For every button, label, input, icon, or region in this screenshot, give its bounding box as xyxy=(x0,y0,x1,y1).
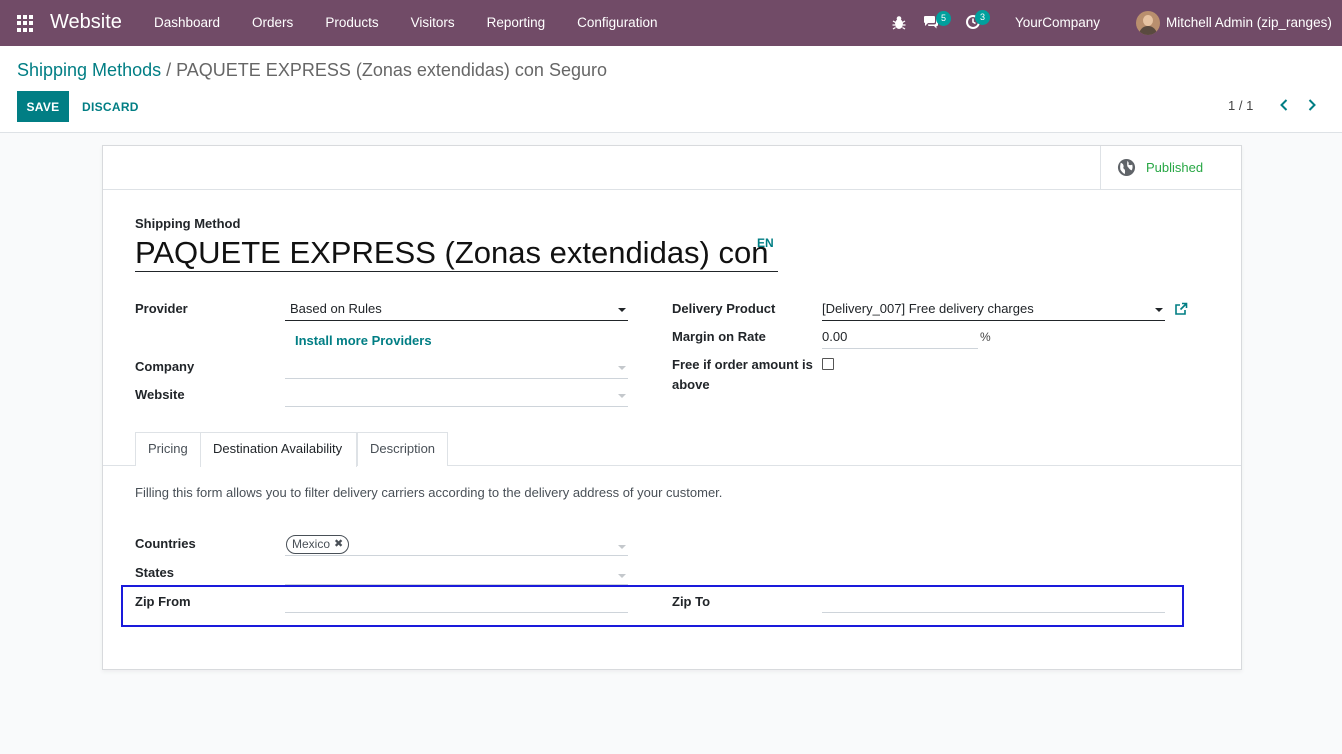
menu-configuration[interactable]: Configuration xyxy=(561,0,673,46)
company-switcher[interactable]: YourCompany xyxy=(1015,15,1100,30)
provider-label: Provider xyxy=(135,301,188,316)
caret-down-icon xyxy=(618,394,626,398)
margin-on-rate-label: Margin on Rate xyxy=(672,329,766,344)
tab-pricing[interactable]: Pricing xyxy=(135,432,201,466)
breadcrumb-current: PAQUETE EXPRESS (Zonas extendidas) con S… xyxy=(176,60,607,80)
control-panel: Shipping Methods / PAQUETE EXPRESS (Zona… xyxy=(0,46,1342,133)
percent-unit: % xyxy=(980,330,991,344)
user-avatar[interactable] xyxy=(1136,11,1160,35)
states-label: States xyxy=(135,565,175,580)
bug-icon[interactable] xyxy=(892,15,906,30)
user-menu[interactable]: Mitchell Admin (zip_ranges) xyxy=(1166,15,1332,30)
chevron-left-icon[interactable] xyxy=(1276,97,1292,113)
margin-on-rate-input[interactable]: 0.00 xyxy=(822,327,978,349)
app-name[interactable]: Website xyxy=(50,11,122,34)
tab-description[interactable]: Description xyxy=(357,432,448,466)
breadcrumb-shipping-methods[interactable]: Shipping Methods xyxy=(17,60,161,80)
button-box: Published xyxy=(103,146,1241,190)
country-tag-label: Mexico xyxy=(292,537,331,551)
save-button[interactable]: SAVE xyxy=(17,91,69,122)
pager-value[interactable]: 1 / 1 xyxy=(1228,98,1253,113)
notebook-tabs: Pricing Destination Availability Descrip… xyxy=(103,432,1241,467)
published-label: Published xyxy=(1146,160,1204,175)
top-navbar: Website Dashboard Orders Products Visito… xyxy=(0,0,1342,46)
delivery-product-select[interactable]: [Delivery_007] Free delivery charges xyxy=(822,299,1165,321)
provider-value: Based on Rules xyxy=(290,301,382,316)
apps-grid-icon[interactable] xyxy=(17,15,34,32)
delivery-product-label: Delivery Product xyxy=(672,301,776,316)
margin-value: 0.00 xyxy=(822,329,848,344)
free-if-above-checkbox[interactable] xyxy=(822,358,834,370)
countries-label: Countries xyxy=(135,536,196,551)
breadcrumb: Shipping Methods / PAQUETE EXPRESS (Zona… xyxy=(17,60,607,81)
external-link-icon[interactable] xyxy=(1174,302,1188,316)
menu-dashboard[interactable]: Dashboard xyxy=(138,0,236,46)
remove-tag-icon[interactable]: ✖ xyxy=(334,536,343,553)
free-if-above-label-line1: Free if order amount is xyxy=(672,357,813,372)
caret-down-icon xyxy=(1155,308,1163,312)
activity-count-badge: 3 xyxy=(975,10,990,25)
destination-info-text: Filling this form allows you to filter d… xyxy=(135,485,723,500)
zip-from-input[interactable] xyxy=(285,591,628,613)
zip-to-input[interactable] xyxy=(822,591,1165,613)
company-select[interactable] xyxy=(285,357,628,379)
shipping-method-name-input[interactable]: PAQUETE EXPRESS (Zonas extendidas) con S… xyxy=(135,234,778,272)
form-sheet: Published Shipping Method PAQUETE EXPRES… xyxy=(102,145,1242,670)
chevron-right-icon[interactable] xyxy=(1304,97,1320,113)
website-select[interactable] xyxy=(285,385,628,407)
menu-visitors[interactable]: Visitors xyxy=(395,0,471,46)
main-menu: Dashboard Orders Products Visitors Repor… xyxy=(138,0,673,46)
chat-count-badge: 5 xyxy=(936,11,951,26)
free-if-above-label-line2: above xyxy=(672,377,710,392)
install-more-providers-link[interactable]: Install more Providers xyxy=(295,333,432,348)
company-label: Company xyxy=(135,359,195,374)
translate-language-button[interactable]: EN xyxy=(757,236,774,250)
states-many2many-input[interactable] xyxy=(285,563,628,585)
caret-down-icon xyxy=(618,574,626,578)
country-tag: Mexico ✖ xyxy=(286,535,350,554)
caret-down-icon xyxy=(618,366,626,370)
tab-destination-availability[interactable]: Destination Availability xyxy=(200,432,357,467)
caret-down-icon xyxy=(618,545,626,549)
shipping-method-label: Shipping Method xyxy=(135,216,241,231)
zip-to-label: Zip To xyxy=(672,594,711,609)
breadcrumb-separator: / xyxy=(161,60,177,80)
website-label: Website xyxy=(135,387,185,402)
menu-orders[interactable]: Orders xyxy=(236,0,309,46)
zip-from-label: Zip From xyxy=(135,594,191,609)
menu-products[interactable]: Products xyxy=(309,0,394,46)
menu-reporting[interactable]: Reporting xyxy=(471,0,562,46)
caret-down-icon xyxy=(618,308,626,312)
discard-button[interactable]: DISCARD xyxy=(76,91,145,122)
delivery-product-value: [Delivery_007] Free delivery charges xyxy=(822,301,1034,316)
published-toggle-button[interactable]: Published xyxy=(1100,146,1241,189)
provider-select[interactable]: Based on Rules xyxy=(285,299,628,321)
globe-icon xyxy=(1117,158,1136,177)
